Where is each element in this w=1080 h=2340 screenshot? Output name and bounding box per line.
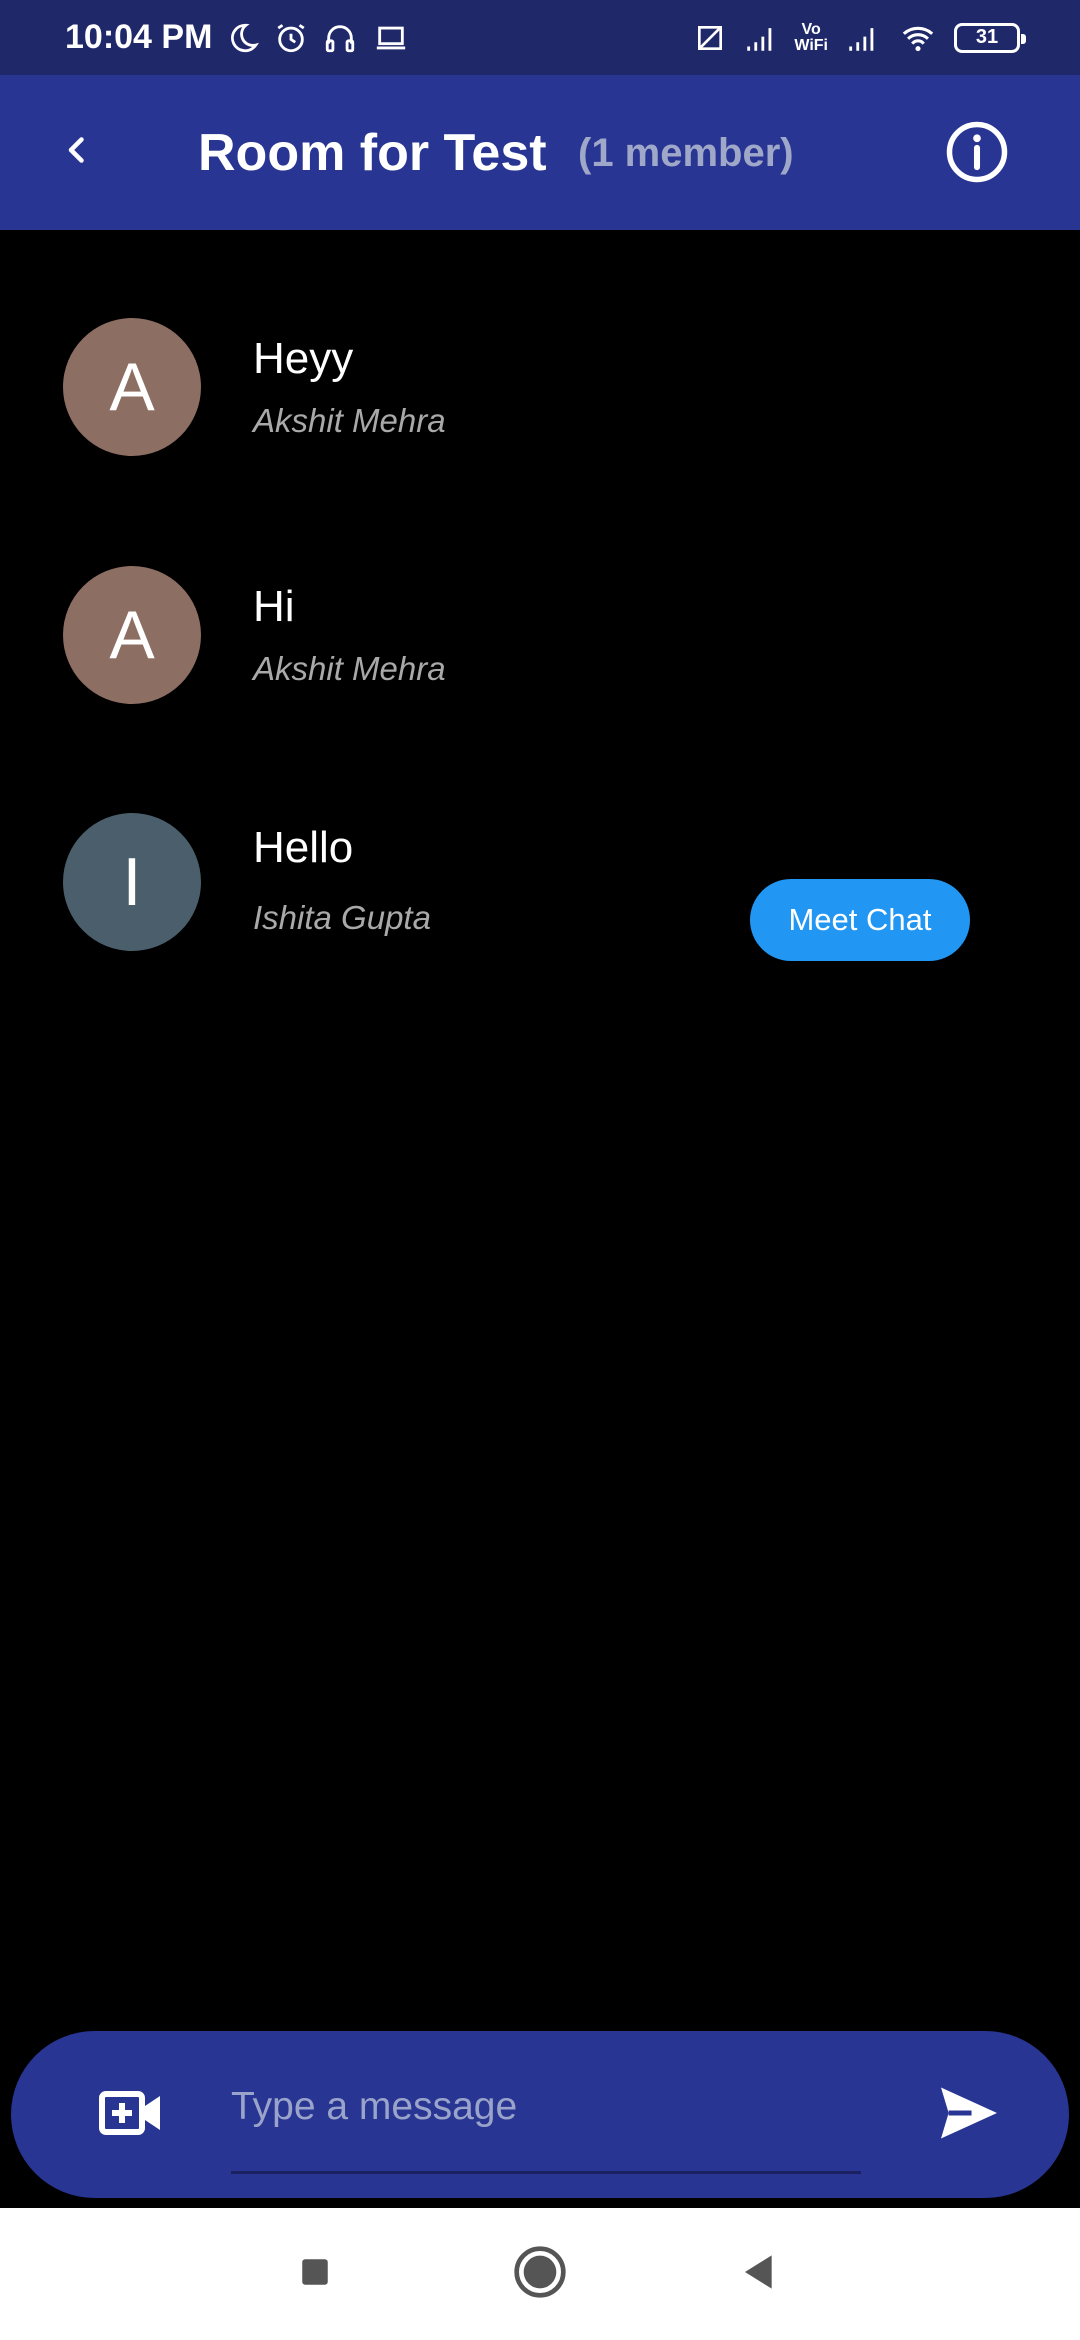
laptop-icon — [372, 21, 410, 55]
message-text: Heyy — [253, 334, 354, 383]
vowifi-icon: Vo WiFi — [794, 20, 828, 54]
send-icon — [938, 2085, 1000, 2146]
message-sender: Akshit Mehra — [253, 402, 446, 439]
status-bar: 10:04 PM Vo WiFi 31 — [0, 0, 1080, 75]
message-item: A Hi Akshit Mehra — [0, 566, 1080, 706]
video-add-icon — [98, 2088, 164, 2143]
info-button[interactable] — [942, 119, 1012, 189]
avatar: A — [63, 566, 201, 704]
message-composer — [11, 2031, 1069, 2198]
app-bar: Room for Test (1 member) — [0, 75, 1080, 230]
home-button[interactable] — [505, 2244, 575, 2304]
home-icon — [512, 2244, 568, 2305]
recents-icon — [298, 2255, 332, 2294]
send-button[interactable] — [929, 2077, 1009, 2153]
recents-button[interactable] — [280, 2244, 350, 2304]
wifi-icon — [896, 21, 940, 55]
avatar: A — [63, 318, 201, 456]
headset-icon — [322, 21, 358, 55]
message-text: Hello — [253, 823, 354, 872]
room-title: Room for Test — [198, 124, 547, 182]
moon-icon — [226, 21, 260, 55]
message-input[interactable] — [231, 2067, 861, 2147]
back-button[interactable] — [45, 120, 109, 184]
meet-chat-button[interactable]: Meet Chat — [750, 879, 970, 961]
message-text: Hi — [253, 582, 295, 631]
message-sender: Akshit Mehra — [253, 650, 446, 687]
status-right-icons: Vo WiFi 31 — [694, 20, 1026, 55]
alarm-icon — [274, 21, 308, 55]
message-sender: Ishita Gupta — [253, 899, 431, 936]
input-underline — [231, 2171, 861, 2174]
battery-icon: 31 — [954, 22, 1026, 53]
video-call-button[interactable] — [86, 2077, 176, 2153]
system-nav-bar — [0, 2208, 1080, 2340]
chevron-left-icon — [59, 132, 95, 173]
signal-icon — [740, 21, 780, 55]
back-icon — [740, 2252, 780, 2297]
member-count: (1 member) — [578, 131, 794, 175]
signal-icon — [842, 21, 882, 55]
screen: 10:04 PM Vo WiFi 31 Room for Test (1 mem… — [0, 0, 1080, 2340]
status-left-icons — [226, 21, 410, 55]
status-time: 10:04 PM — [65, 18, 213, 56]
no-sim-icon — [694, 21, 726, 55]
avatar: I — [63, 813, 201, 951]
message-item: A Heyy Akshit Mehra — [0, 318, 1080, 458]
back-nav-button[interactable] — [725, 2244, 795, 2304]
battery-level: 31 — [975, 26, 999, 48]
info-icon — [944, 119, 1010, 190]
